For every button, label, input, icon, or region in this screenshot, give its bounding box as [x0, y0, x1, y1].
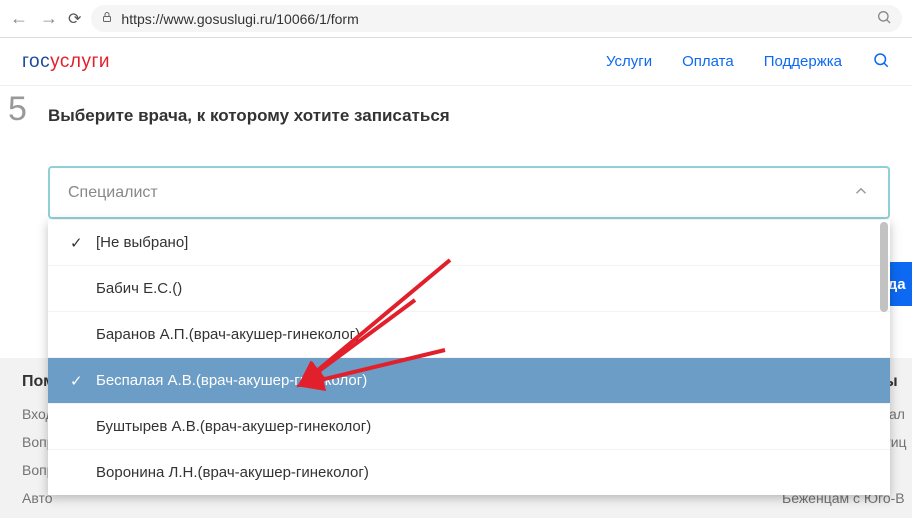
option-item-selected[interactable]: ✓ Беспалая А.В.(врач-акушер-гинеколог)	[48, 357, 890, 403]
chevron-up-icon	[852, 182, 870, 203]
nav-payment[interactable]: Оплата	[682, 53, 734, 70]
option-item[interactable]: Буштырев А.В.(врач-акушер-гинеколог)	[48, 403, 890, 449]
select-placeholder: Специалист	[68, 184, 158, 202]
check-icon: ✓	[70, 372, 83, 390]
back-button[interactable]: ←	[10, 8, 28, 29]
option-item[interactable]: Бабич Е.С.()	[48, 265, 890, 311]
address-bar[interactable]: https://www.gosuslugi.ru/10066/1/form	[91, 5, 902, 32]
nav-services[interactable]: Услуги	[606, 53, 652, 70]
step-number: 5	[8, 90, 27, 129]
logo[interactable]: госуслуги	[22, 51, 110, 73]
nav-support[interactable]: Поддержка	[764, 53, 842, 70]
url-text: https://www.gosuslugi.ru/10066/1/form	[121, 11, 868, 27]
specialist-dropdown: ✓ [Не выбрано] Бабич Е.С.() Баранов А.П.…	[48, 220, 890, 495]
forward-button[interactable]: →	[40, 8, 58, 29]
check-icon: ✓	[70, 234, 83, 252]
specialist-select[interactable]: Специалист	[48, 166, 890, 219]
omnibox-search-icon[interactable]	[876, 9, 892, 28]
dropdown-scrollbar[interactable]	[880, 222, 888, 312]
option-none[interactable]: ✓ [Не выбрано]	[48, 220, 890, 265]
step-title: Выберите врача, к которому хотите записа…	[48, 106, 890, 126]
lock-icon	[101, 11, 113, 26]
reload-button[interactable]: ⟳	[68, 9, 81, 29]
option-item[interactable]: Баранов А.П.(врач-акушер-гинеколог)	[48, 311, 890, 357]
site-header: госуслуги Услуги Оплата Поддержка	[0, 38, 912, 86]
option-item[interactable]: Воронина Л.Н.(врач-акушер-гинеколог)	[48, 449, 890, 495]
search-icon[interactable]	[872, 51, 890, 72]
browser-toolbar: ← → ⟳ https://www.gosuslugi.ru/10066/1/f…	[0, 0, 912, 38]
